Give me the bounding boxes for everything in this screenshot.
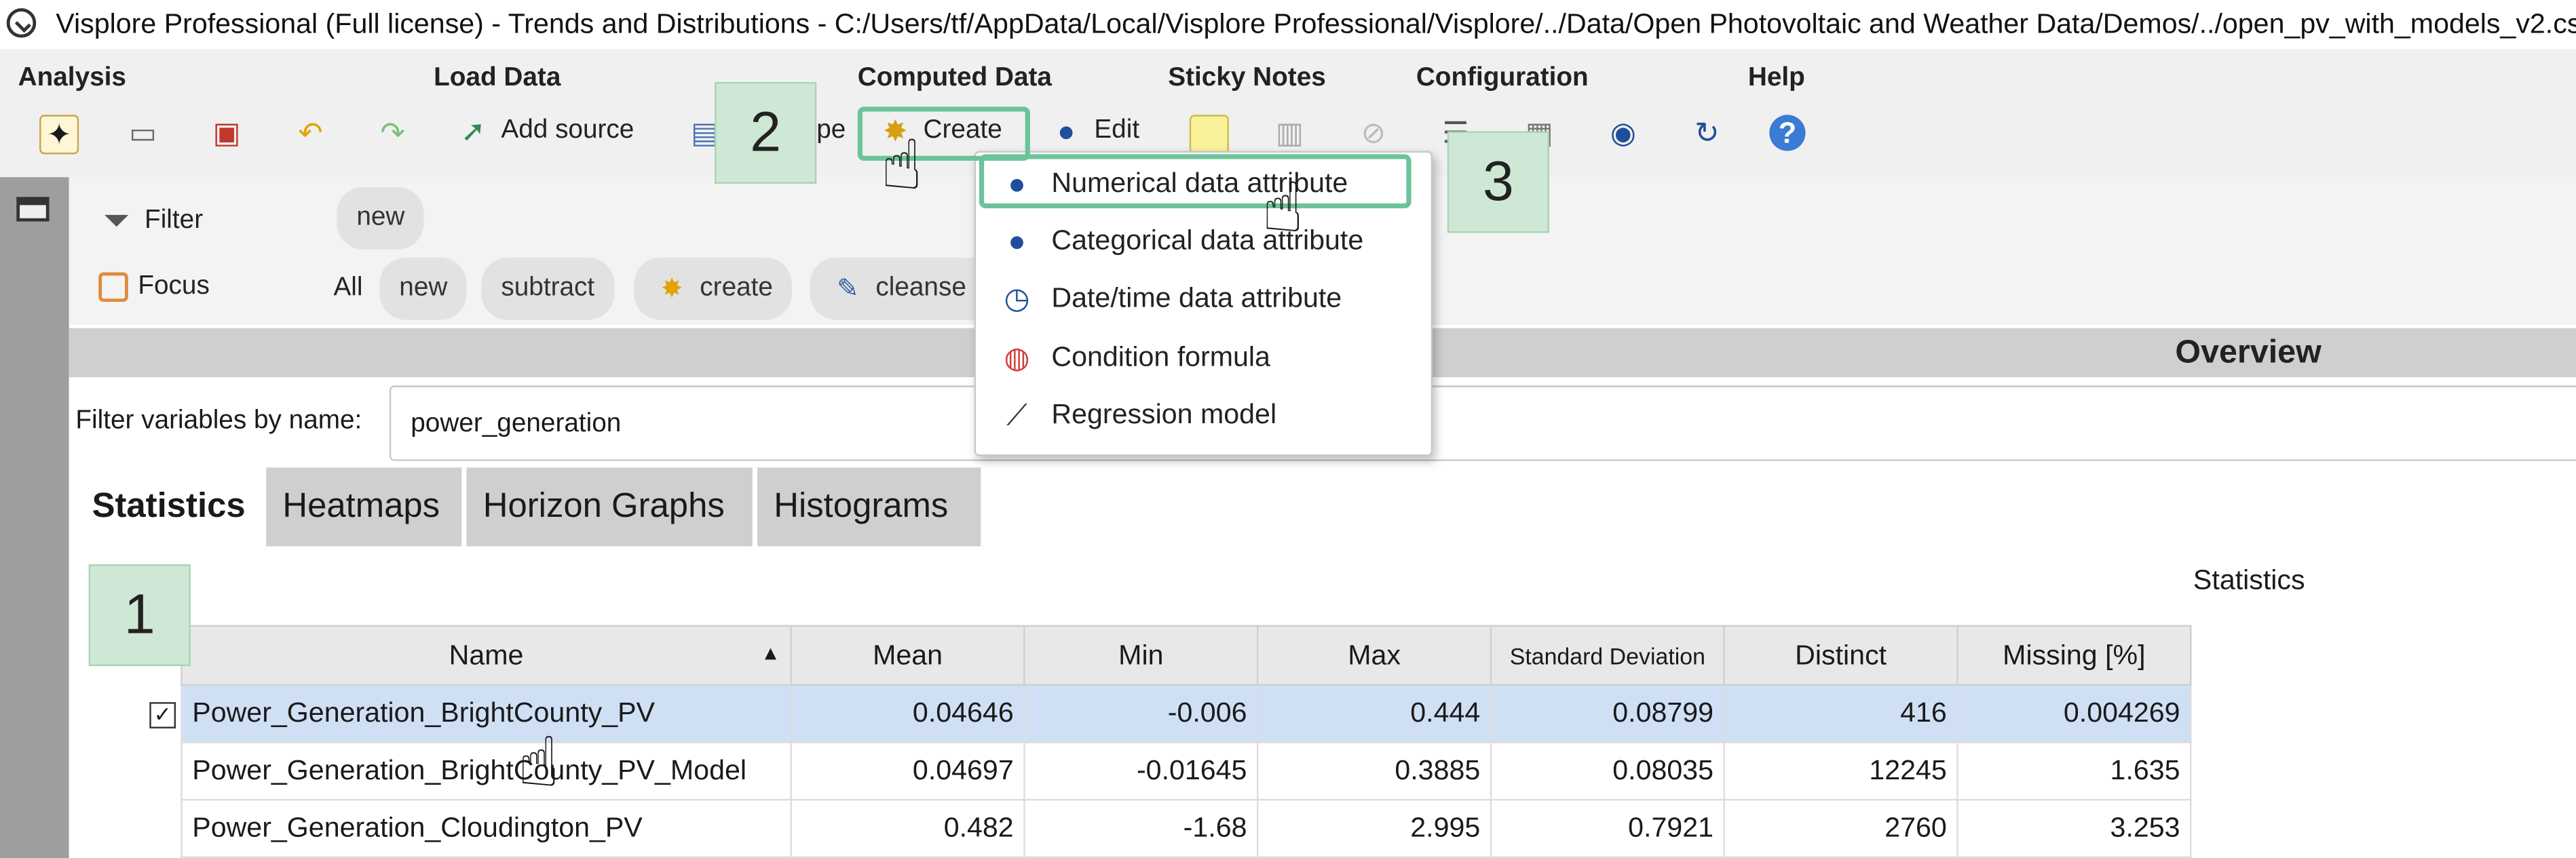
menu-item-categorical-attribute[interactable]: ● Categorical data attribute — [989, 215, 1419, 267]
column-header-distinct[interactable]: Distinct — [1723, 625, 1958, 686]
callout-1: 1 — [88, 564, 191, 667]
overview-title: Overview — [2175, 334, 2322, 371]
row-checkbox[interactable]: ✓ — [145, 684, 182, 743]
cell-mean: 0.04646 — [790, 684, 1025, 743]
add-source-icon: ➚ — [460, 114, 486, 147]
filter-row-label: ⏷ Filter — [98, 202, 204, 239]
help-icon[interactable]: ? — [1769, 115, 1806, 151]
cell-missing: 0.004269 — [1956, 684, 2192, 743]
menu-item-condition-formula[interactable]: ◍ Condition formula — [989, 332, 1419, 384]
cell-distinct: 2760 — [1723, 798, 1958, 858]
tab-histograms[interactable]: Histograms — [757, 467, 981, 547]
hand-cursor-icon: ☝ — [1262, 169, 1304, 246]
left-side-panel — [0, 177, 69, 858]
table-row[interactable]: Power_Generation_Cloudington_PV 0.482 -1… — [145, 798, 2192, 858]
datetime-attribute-icon: ◷ — [1004, 281, 1030, 315]
panel-window-icon[interactable] — [16, 197, 50, 222]
cell-std: 0.08035 — [1490, 741, 1725, 801]
checkbox-checked-icon: ✓ — [149, 702, 176, 728]
filter-variables-label: Filter variables by name: — [75, 406, 362, 435]
focus-subtract-chip[interactable]: subtract — [481, 257, 615, 320]
cell-std: 0.08799 — [1490, 684, 1725, 743]
column-header-missing[interactable]: Missing [%] — [1956, 625, 2192, 686]
cell-min: -0.006 — [1023, 684, 1259, 743]
cell-std: 0.7921 — [1490, 798, 1725, 858]
cell-name: Power_Generation_BrightCounty_PV_Model — [181, 741, 792, 801]
cell-missing: 3.253 — [1956, 798, 2192, 858]
hide-notes-icon[interactable]: ⊘ — [1355, 115, 1391, 151]
edit-button[interactable]: ● Edit — [1048, 113, 1139, 149]
open-folder-icon[interactable]: ▭ — [125, 115, 161, 151]
cell-distinct: 12245 — [1723, 741, 1958, 801]
column-header-std[interactable]: Standard Deviation — [1490, 625, 1725, 686]
column-header-max[interactable]: Max — [1257, 625, 1492, 686]
cell-missing: 1.635 — [1956, 741, 2192, 801]
column-header-name[interactable]: Name ▲ — [181, 625, 792, 686]
cell-max: 0.3885 — [1257, 741, 1492, 801]
group-computed-data: Computed Data — [857, 64, 1052, 92]
group-analysis: Analysis — [18, 64, 126, 92]
sort-ascending-icon: ▲ — [761, 641, 780, 665]
regression-model-icon: ⟋ — [1006, 397, 1027, 431]
focus-square-icon — [98, 272, 128, 303]
focus-all[interactable]: All — [333, 274, 362, 304]
numerical-attribute-highlight — [979, 154, 1412, 209]
callout-3: 3 — [1447, 131, 1549, 233]
cell-min: -1.68 — [1023, 798, 1259, 858]
type-button-label[interactable]: pe — [816, 117, 846, 147]
group-configuration: Configuration — [1416, 64, 1589, 92]
undo-icon[interactable]: ↶ — [292, 115, 328, 151]
cell-max: 0.444 — [1257, 684, 1492, 743]
filter-new-chip[interactable]: new — [337, 187, 425, 250]
cell-mean: 0.482 — [790, 798, 1025, 858]
focus-row-label: Focus — [98, 272, 210, 303]
sticky-note-icon[interactable] — [1189, 115, 1229, 155]
focus-create-chip[interactable]: ✸ create — [634, 257, 793, 320]
redo-icon[interactable]: ↷ — [375, 115, 411, 151]
categorical-attribute-icon: ● — [1008, 224, 1026, 257]
title-bar: Visplore Professional (Full license) - T… — [0, 0, 2576, 50]
statistics-table: Name ▲ Mean Min Max Standard Deviation D… — [145, 625, 2192, 858]
cell-max: 2.995 — [1257, 798, 1492, 858]
callout-2: 2 — [715, 81, 817, 184]
cell-name: Power_Generation_Cloudington_PV — [181, 798, 792, 858]
hand-cursor-icon: ☝ — [880, 126, 923, 203]
tab-heatmaps[interactable]: Heatmaps — [266, 467, 462, 547]
menu-item-datetime-attribute[interactable]: ◷ Date/time data attribute — [989, 273, 1419, 325]
table-row[interactable]: ✓ Power_Generation_BrightCounty_PV 0.046… — [145, 684, 2192, 743]
column-header-mean[interactable]: Mean — [790, 625, 1025, 686]
filter-variables-input[interactable]: power_generation — [389, 385, 2576, 461]
edit-globe-icon: ● — [1057, 114, 1076, 147]
save-icon[interactable]: ▣ — [208, 115, 244, 151]
cleanse-pen-icon: ✎ — [836, 275, 859, 304]
group-help: Help — [1747, 64, 1805, 92]
tab-statistics[interactable]: Statistics — [75, 467, 263, 547]
create-focus-icon: ✸ — [660, 275, 683, 304]
menu-item-regression-model[interactable]: ⟋ Regression model — [989, 389, 1419, 441]
cell-mean: 0.04697 — [790, 741, 1025, 801]
config-globe-icon[interactable]: ◉ — [1605, 115, 1641, 151]
delete-note-icon[interactable]: ▥ — [1272, 115, 1308, 151]
cell-name: Power_Generation_BrightCounty_PV — [181, 684, 792, 743]
statistics-label: Statistics — [2193, 564, 2305, 596]
tab-horizon-graphs[interactable]: Horizon Graphs — [466, 467, 753, 547]
table-row[interactable]: Power_Generation_BrightCounty_PV_Model 0… — [145, 741, 2192, 801]
reset-icon[interactable]: ↻ — [1689, 115, 1725, 151]
hand-cursor-icon: ☝ — [517, 723, 560, 801]
add-source-button[interactable]: ➚ Add source — [455, 113, 634, 149]
focus-new-chip[interactable]: new — [379, 257, 468, 320]
condition-formula-icon: ◍ — [1004, 340, 1030, 374]
filter-funnel-icon: ⏷ — [103, 202, 130, 239]
group-sticky-notes: Sticky Notes — [1168, 64, 1326, 92]
column-header-min[interactable]: Min — [1023, 625, 1259, 686]
group-load-data: Load Data — [434, 64, 561, 92]
new-document-icon[interactable]: ✦ — [39, 115, 79, 155]
window-title: Visplore Professional (Full license) - T… — [56, 8, 2576, 40]
app-logo-icon — [6, 8, 37, 38]
cell-min: -0.01645 — [1023, 741, 1259, 801]
cell-distinct: 416 — [1723, 684, 1958, 743]
